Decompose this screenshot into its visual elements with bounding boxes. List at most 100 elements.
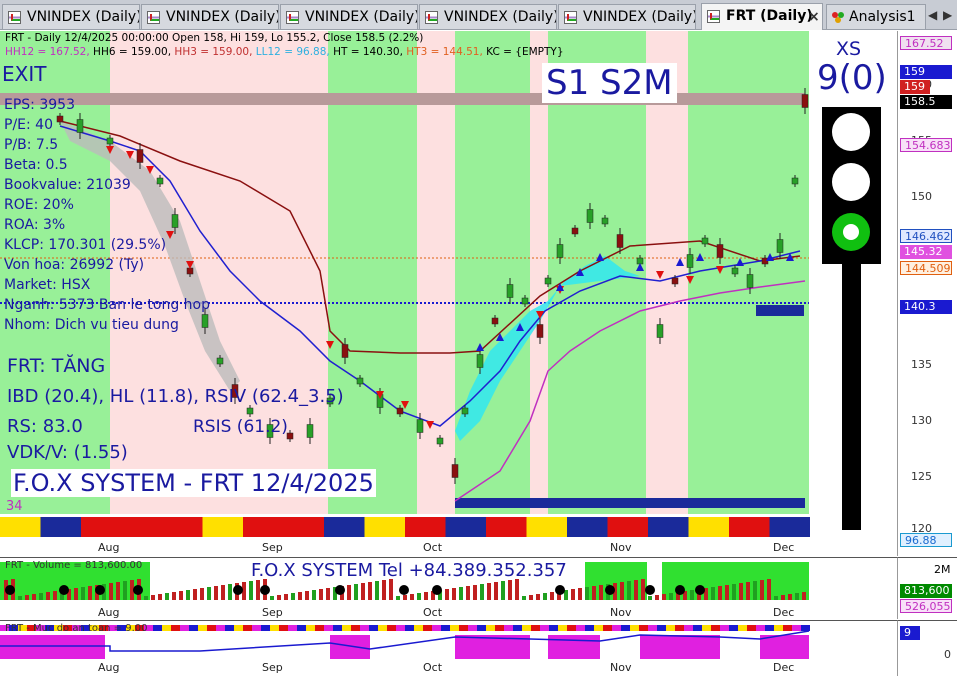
tab-vnindex-4[interactable]: VNINDEX (Daily) — [419, 4, 557, 29]
volume-bar — [802, 592, 806, 600]
candle-body — [746, 274, 754, 288]
safety-strip-cell — [522, 625, 531, 631]
fund-roa: ROA: 3% — [4, 217, 66, 233]
scroll-tabs-left-icon[interactable]: ◀ — [928, 8, 937, 22]
tab-vnindex-1[interactable]: VNINDEX (Daily) — [2, 4, 140, 29]
price-chart-pane[interactable]: Aug Sep Oct Nov Dec FRT - Daily 12/4/2025 00… — [0, 31, 897, 556]
candle-body — [306, 424, 314, 438]
volume-bar — [389, 579, 393, 600]
volume-bar — [81, 587, 85, 600]
candle-body — [671, 277, 679, 285]
tab-vnindex-2[interactable]: VNINDEX (Daily) — [141, 4, 279, 29]
month-label: Aug — [98, 661, 119, 674]
tab-vnindex-3[interactable]: VNINDEX (Daily) — [280, 4, 418, 29]
candle-body — [544, 277, 552, 285]
volume-bar — [795, 593, 799, 600]
safety-strip-cell — [342, 625, 351, 631]
candle-body — [416, 419, 424, 433]
candle-body — [801, 94, 809, 108]
safety-strip-cell — [738, 625, 747, 631]
safety-strip-cell — [774, 625, 783, 631]
volume-bar — [158, 594, 162, 600]
candle-body — [356, 377, 364, 385]
volume-bar — [543, 593, 547, 600]
safety-strip-cell — [594, 625, 603, 631]
vdk-status: VDK/V: (1.55) — [7, 442, 128, 463]
candle-body — [686, 254, 694, 268]
safety-strip-cell — [198, 625, 207, 631]
volume-bar — [746, 582, 750, 600]
candle-body — [506, 284, 514, 298]
volume-pane[interactable]: Aug Sep Oct Nov Dec FRT - Volume = 813,600.0… — [0, 557, 897, 619]
trend-strip-cell — [729, 517, 770, 537]
safety-strip-cell — [162, 625, 171, 631]
safety-strip-cell — [216, 625, 225, 631]
tab-frt[interactable]: FRT (Daily) × — [701, 3, 823, 30]
safety-strip-cell — [666, 625, 675, 631]
safety-strip-cell — [207, 625, 216, 631]
volume-bar — [256, 580, 260, 600]
volume-bar — [396, 596, 400, 600]
volume-marker — [133, 585, 143, 595]
fox-system-banner: F.O.X SYSTEM - FRT 12/4/2025 — [11, 469, 376, 497]
safety-strip-cell — [477, 625, 486, 631]
safety-strip-cell — [297, 625, 306, 631]
tick-130: 130 — [911, 414, 932, 427]
safety-strip-cell — [225, 625, 234, 631]
volume-bar — [109, 583, 113, 600]
fund-nganh: Nganh: 5373 Ban le tong hop — [4, 297, 210, 313]
trend-strip-cell — [243, 517, 284, 537]
chart-icon — [707, 10, 720, 23]
safety-pane[interactable]: Aug Sep Oct Nov Dec FRT - Muc do an toan = 9… — [0, 620, 897, 676]
volume-bar — [32, 594, 36, 600]
safety-strip-cell — [324, 625, 333, 631]
exit-signal: EXIT — [2, 62, 47, 86]
volume-bar — [200, 588, 204, 600]
candle-body — [556, 244, 564, 258]
volume-bar — [445, 589, 449, 600]
month-label: Nov — [610, 541, 632, 554]
safety-strip-cell — [360, 625, 369, 631]
volume-bar — [641, 579, 645, 600]
month-label: Aug — [98, 541, 119, 554]
volume-bar — [186, 590, 190, 600]
safety-strip-cell — [171, 625, 180, 631]
support-band — [756, 305, 804, 316]
safety-strip-cell — [252, 625, 261, 631]
candle-body — [656, 324, 664, 338]
safety-strip-cell — [450, 625, 459, 631]
volume-bar — [403, 595, 407, 600]
volume-bar — [214, 586, 218, 600]
month-label: Dec — [773, 541, 794, 554]
support-band — [455, 498, 805, 508]
safety-strip-cell — [540, 625, 549, 631]
scroll-tabs-right-icon[interactable]: ▶ — [943, 8, 952, 22]
volume-bar — [382, 580, 386, 600]
close-tab-icon[interactable]: × — [808, 9, 820, 25]
safety-strip-cell — [315, 625, 324, 631]
trend-strip-cell — [688, 517, 729, 537]
safety-strip-cell — [558, 625, 567, 631]
volume-bar — [298, 592, 302, 600]
safety-strip-cell — [459, 625, 468, 631]
candle-body — [171, 214, 179, 228]
safety-strip-cell — [396, 625, 405, 631]
safety-zone — [640, 635, 720, 659]
volume-bar — [116, 582, 120, 600]
volume-bar — [291, 593, 295, 600]
volume-bar — [165, 593, 169, 600]
level-close: 158.5 — [900, 95, 952, 109]
tick-125: 125 — [911, 470, 932, 483]
tab-vnindex-5[interactable]: VNINDEX (Daily) — [558, 4, 696, 29]
volume-bar — [144, 596, 148, 600]
volume-bar — [648, 596, 652, 600]
volume-bar — [88, 586, 92, 600]
trend-strip-cell — [567, 517, 608, 537]
safety-strip-cell — [423, 625, 432, 631]
safety-strip-cell — [576, 625, 585, 631]
volume-marker — [399, 585, 409, 595]
safety-strip-cell — [270, 625, 279, 631]
price-axis[interactable]: 160 155 150 145 140 135 130 125 120 — [897, 31, 957, 556]
tab-analysis1[interactable]: Analysis1 — [826, 4, 926, 29]
trend-strip-cell — [769, 517, 810, 537]
